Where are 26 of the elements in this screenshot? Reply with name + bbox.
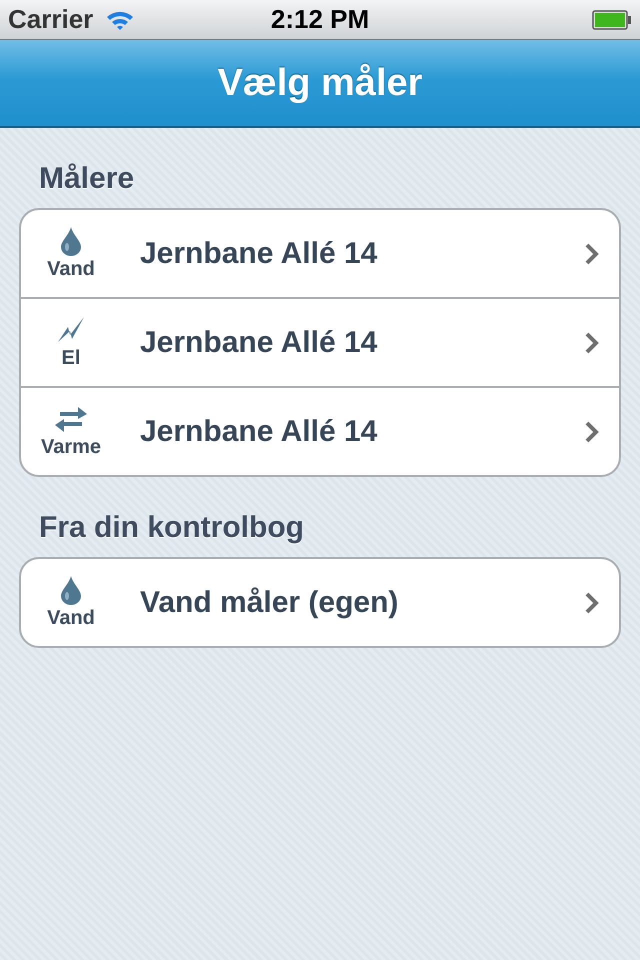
meter-name: Jernbane Allé 14 (139, 414, 378, 448)
meter-row[interactable]: El Jernbane Allé 14 (21, 297, 619, 386)
section-header: Målere (38, 161, 136, 197)
meter-row[interactable]: Varme Jernbane Allé 14 (21, 386, 619, 475)
meter-row[interactable]: Vand Vand måler (egen) (21, 559, 619, 646)
two-way-arrows-icon (54, 404, 88, 434)
chevron-icon (585, 242, 599, 264)
chevron-icon (585, 332, 599, 354)
meter-name: Vand måler (egen) (139, 586, 400, 620)
screen-title: Vælg måler (218, 62, 422, 104)
carrier-name: Carrier (8, 4, 94, 35)
lightning-icon (57, 315, 85, 345)
meter-type-label: El (62, 347, 80, 370)
meter-type-label: Varme (40, 436, 102, 459)
battery-icon (592, 10, 632, 30)
meter-name: Jernbane Allé 14 (139, 326, 378, 360)
chevron-icon (585, 592, 599, 614)
status-time: 2:12 PM (270, 4, 370, 35)
meter-type-label: Vand (47, 258, 95, 281)
drop-icon (60, 575, 82, 605)
section-header: Fra din kontrolbog (38, 510, 305, 546)
meter-row[interactable]: Vand Jernbane Allé 14 (21, 210, 619, 297)
meter-name: Jernbane Allé 14 (139, 236, 378, 270)
chevron-icon (585, 420, 599, 442)
meter-type-label: Vand (47, 607, 95, 630)
drop-icon (60, 226, 82, 256)
